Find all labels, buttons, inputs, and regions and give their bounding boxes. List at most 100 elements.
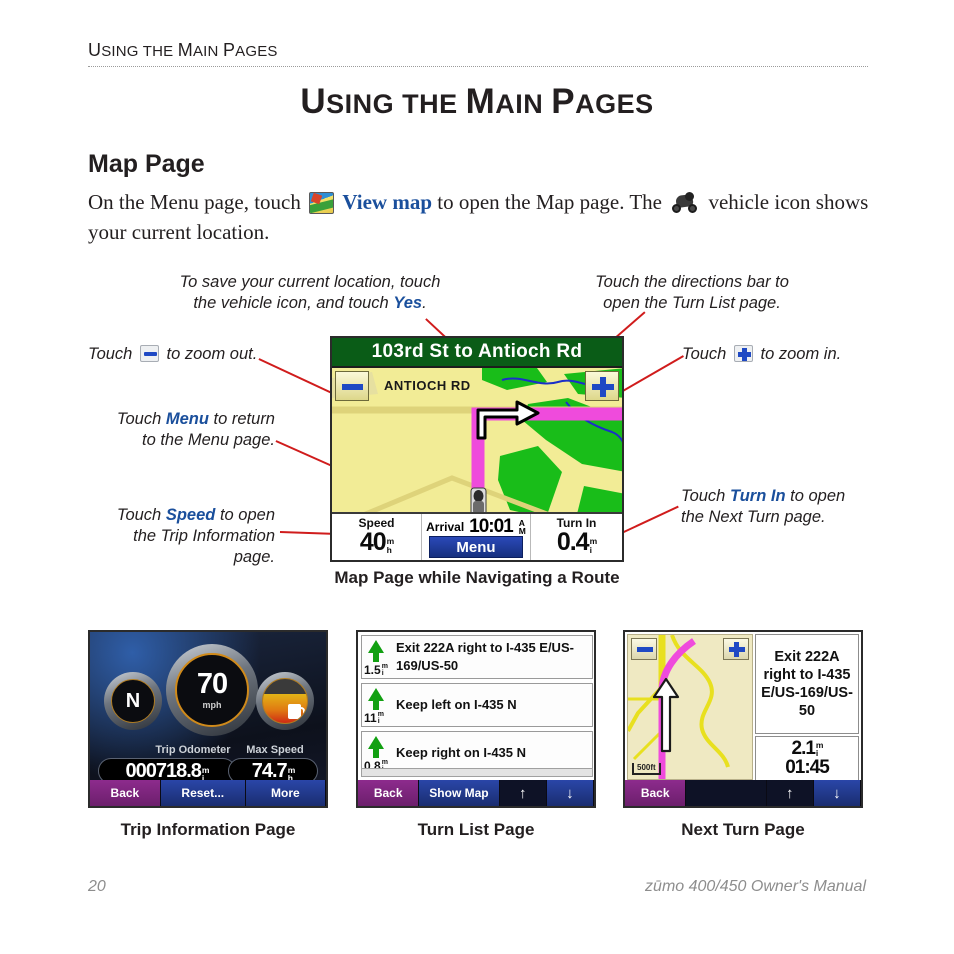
page-title: USING THE MAIN PAGES: [0, 82, 954, 122]
callout-save-location-line1: To save your current location, touch: [179, 273, 441, 291]
next-turn-page-screenshot: 500ft Exit 222A right to I-435 E/US-169/…: [623, 630, 863, 808]
next-turn-distance-unit: mi: [815, 739, 824, 758]
compass-inner: N: [111, 679, 155, 723]
trip-information-page-screenshot: N 70 mph Trip Odometer Max Speed 000718.…: [88, 630, 328, 808]
plus-icon: [733, 345, 753, 362]
fuel-gauge: [256, 672, 314, 730]
map-zoom-out-button[interactable]: [335, 371, 369, 401]
running-header-sing: SING THE: [101, 43, 178, 60]
callout-speed: Touch Speed to open the Trip Information…: [70, 505, 275, 568]
callout-menu-line2: to the Menu page.: [141, 431, 275, 449]
callout-keyword-turn-in: Turn In: [729, 487, 786, 505]
speed-field[interactable]: Speed 40 m h: [332, 514, 422, 560]
footer-manual-title: zūmo 400/450 Owner's Manual: [645, 878, 866, 895]
running-header: USING THE MAIN PAGES: [88, 40, 278, 61]
paragraph-part-2: to open the Map page. The: [432, 190, 668, 214]
speed-number: 40: [359, 528, 387, 556]
next-turn-stats-panel: 2.1 m i 01:45: [755, 736, 859, 781]
map-page-screenshot: 103rd St to Antioch Rd ANTIOCH RD Speed …: [330, 336, 624, 562]
menu-button[interactable]: Menu: [429, 536, 523, 558]
callout-speed-line3: page.: [233, 548, 275, 566]
page-title-m: M: [465, 82, 496, 121]
plus-icon-horizontal: [729, 647, 745, 652]
speedometer-gauge: 70 mph: [166, 644, 258, 736]
fuel-pump-icon: [288, 704, 305, 720]
callout-zoom-out: Touch to zoom out.: [88, 344, 338, 365]
page-title-ages: AGES: [575, 89, 654, 119]
header-divider: [88, 66, 868, 67]
paragraph-part-1: On the Menu page, touch: [88, 190, 307, 214]
view-map-link[interactable]: View map: [342, 190, 432, 214]
callout-turn-in-line2: the Next Turn page.: [681, 508, 826, 526]
speed-unit: mh: [386, 536, 395, 555]
next-turn-time: 01:45: [785, 756, 830, 778]
callout-keyword-menu: Menu: [165, 410, 209, 428]
callout-turn-in-line1: Touch Turn In to open: [681, 486, 931, 507]
callout-menu-line1: Touch Menu to return: [80, 409, 275, 430]
turn-list-row-1-distance: 1.5 m i: [364, 663, 388, 677]
turn-list-row-2-distance: 11 m i: [364, 711, 384, 725]
next-turn-map[interactable]: 500ft: [627, 634, 753, 780]
callout-menu: Touch Menu to return to the Menu page.: [80, 409, 275, 451]
turn-list-back-button[interactable]: Back: [358, 780, 420, 806]
page-title-ain: AIN: [495, 89, 552, 119]
callout-speed-line1: Touch Speed to open: [70, 505, 275, 526]
directions-bar[interactable]: 103rd St to Antioch Rd: [332, 338, 622, 368]
callout-save-location-line2-c: .: [422, 294, 427, 312]
page-title-the: THE: [402, 89, 466, 119]
next-turn-instruction-panel: Exit 222A right to I-435 E/US-169/US-50: [755, 634, 859, 734]
turn-list-row-1-unit: mi: [381, 663, 388, 677]
next-turn-scroll-down-button[interactable]: ↓: [813, 780, 861, 806]
next-turn-zoom-in-button[interactable]: [723, 638, 749, 660]
map-zoom-in-button[interactable]: [585, 371, 619, 401]
callout-turn-in-a: Touch: [681, 487, 730, 505]
callout-zoom-in-b: to zoom in.: [755, 345, 842, 363]
arrival-label: Arrival: [426, 520, 465, 534]
page-title-p: P: [551, 82, 576, 121]
callout-menu-a: Touch: [116, 410, 166, 428]
turn-in-number: 0.4: [556, 528, 590, 556]
turn-list-page-screenshot: 1.5 m i Exit 222A right to I-435 E/US-169/…: [356, 630, 596, 808]
turn-list-scrollbar[interactable]: [361, 768, 593, 777]
next-turn-scroll-up-button[interactable]: ↑: [766, 780, 814, 806]
turn-list-row-1[interactable]: 1.5 m i Exit 222A right to I-435 E/US-169/…: [361, 635, 593, 679]
turn-list-scroll-down-button[interactable]: ↓: [546, 780, 594, 806]
callout-save-location-line2: the vehicle icon, and touch Yes.: [140, 293, 480, 314]
next-turn-back-button[interactable]: Back: [625, 780, 687, 806]
next-turn-zoom-out-button[interactable]: [631, 638, 657, 660]
trip-more-button[interactable]: More: [245, 780, 326, 806]
turn-in-field[interactable]: Turn In 0.4 m i: [530, 514, 622, 560]
running-header-p: P: [222, 40, 236, 60]
leader-line-zoom-in: [620, 355, 684, 393]
compass-gauge: N: [104, 672, 162, 730]
manual-page: USING THE MAIN PAGES USING THE MAIN PAGE…: [0, 0, 954, 954]
trip-reset-button[interactable]: Reset...: [160, 780, 246, 806]
next-turn-button-bar: Back ↑ ↓: [625, 780, 861, 806]
turn-list-row-3-text: Keep right on I-435 N: [396, 745, 527, 760]
up-arrow-stem: [373, 699, 379, 710]
page-title-sing: SING: [326, 89, 403, 119]
menu-button-label: Menu: [456, 538, 496, 556]
turn-list-show-map-button[interactable]: Show Map: [419, 780, 500, 806]
arrival-value: 10:01: [469, 516, 514, 537]
callout-zoom-in-a: Touch: [682, 345, 731, 363]
running-header-ain: AIN: [192, 43, 223, 60]
compass-heading: N: [125, 689, 141, 712]
callout-zoom-out-a: Touch: [88, 345, 137, 363]
map-status-bar: Speed 40 m h Arrival 10:01 AM Menu Turn In…: [332, 512, 622, 560]
turn-list-scroll-up-button[interactable]: ↑: [499, 780, 547, 806]
speedometer-inner: 70 mph: [175, 653, 249, 727]
callout-save-location: To save your current location, touch the…: [140, 272, 480, 314]
callout-menu-c: to return: [208, 410, 275, 428]
page-title-u: U: [300, 82, 327, 121]
next-turn-distance: 2.1 m i: [791, 737, 824, 759]
callout-speed-c: to open: [215, 506, 275, 524]
trip-back-button[interactable]: Back: [90, 780, 161, 806]
turn-list-row-2-unit: mi: [377, 711, 384, 725]
caption-trip-information-page: Trip Information Page: [120, 820, 296, 839]
turn-list-row-2[interactable]: 11 m i Keep left on I-435 N: [361, 683, 593, 727]
plus-icon-horizontal: [592, 384, 614, 390]
callout-speed-a: Touch: [116, 506, 166, 524]
speedometer-unit: mph: [202, 699, 222, 710]
callout-turn-in-c: to open: [785, 487, 846, 505]
